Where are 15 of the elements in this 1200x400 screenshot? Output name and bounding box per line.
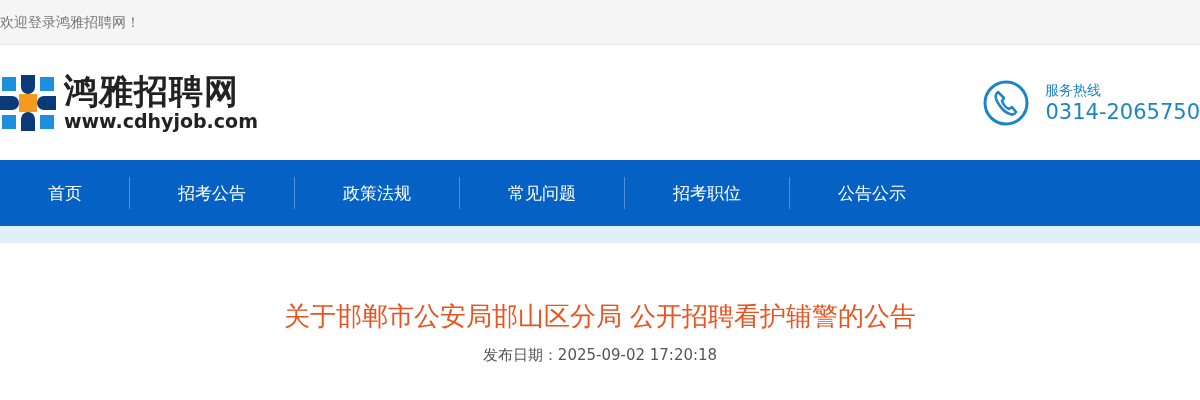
nav-link[interactable]: 招考职位	[624, 177, 789, 209]
logo-name: 鸿雅招聘网	[64, 74, 240, 108]
hotline-label: 服务热线	[1045, 81, 1103, 101]
nav-link[interactable]: 首页	[0, 177, 129, 209]
nav-link[interactable]: 政策法规	[294, 177, 459, 209]
logo-url: www.cdhyjob.com	[64, 112, 258, 131]
phone-icon	[983, 79, 1030, 126]
nav-link[interactable]: 公告公示	[789, 177, 954, 209]
welcome-text: 欢迎登录鸿雅招聘网！	[0, 12, 140, 32]
nav-link[interactable]: 招考公告	[129, 177, 294, 209]
publish-date: 发布日期：2025-09-02 17:20:18	[482, 345, 718, 366]
logo-icon	[0, 74, 56, 131]
article-title: 关于邯郸市公安局邯山区分局 公开招聘看护辅警的公告	[283, 300, 917, 333]
hotline-number: 0314-2065750	[1045, 101, 1200, 125]
nav-link[interactable]: 常见问题	[459, 177, 624, 209]
